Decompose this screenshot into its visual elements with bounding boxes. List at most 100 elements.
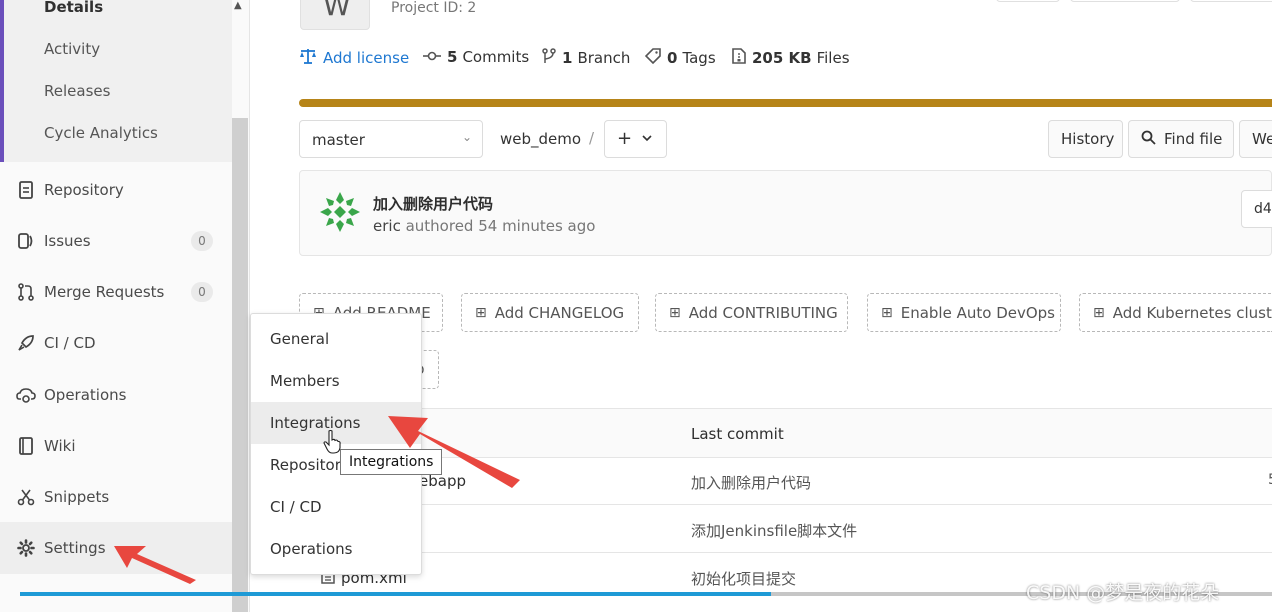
header-button[interactable] — [996, 0, 1060, 2]
sidebar-item-label: CI / CD — [44, 334, 96, 352]
plus-square-icon: ⊞ — [475, 304, 487, 321]
sidebar-item-label: Issues — [44, 232, 91, 250]
files-link[interactable]: 205 KB Files — [732, 48, 850, 68]
book-icon — [16, 436, 36, 456]
sidebar-item-label: Settings — [44, 539, 106, 557]
sidebar-item-ci-cd[interactable]: CI / CD — [0, 321, 232, 365]
breadcrumb-project-path[interactable]: web_demo — [500, 130, 581, 148]
video-progress-fill — [20, 592, 771, 596]
commit-message-link[interactable]: 初始化项目提交 — [691, 568, 796, 589]
sidebar-item-merge-requests[interactable]: Merge Requests 0 — [0, 270, 232, 314]
plus-square-icon: ⊞ — [669, 304, 681, 321]
issues-icon — [16, 231, 36, 251]
repository-languages-bar — [299, 99, 1272, 107]
flyout-item-members[interactable]: Members — [251, 360, 421, 402]
merge-request-icon — [16, 282, 36, 302]
subnav-item-cycle-analytics[interactable]: Cycle Analytics — [44, 124, 158, 142]
issues-count-badge: 0 — [191, 231, 213, 251]
flyout-item-operations[interactable]: Operations — [251, 528, 421, 570]
find-file-button[interactable]: Find file — [1128, 120, 1234, 158]
add-kubernetes-cluster-label: Add Kubernetes cluster — [1112, 303, 1272, 322]
sidebar-item-wiki[interactable]: Wiki — [0, 424, 232, 468]
commit-icon — [423, 48, 441, 66]
history-button[interactable]: History — [1048, 120, 1123, 158]
integrations-tooltip: Integrations — [340, 449, 443, 475]
tags-label: Tags — [682, 49, 716, 67]
cloud-gear-icon — [16, 385, 36, 405]
commit-message-link[interactable]: 添加Jenkinsfile脚本文件 — [691, 520, 857, 541]
commit-author-avatar[interactable] — [318, 190, 362, 234]
commit-meta: eric authored 54 minutes ago — [373, 217, 595, 235]
subnav-item-details[interactable]: Details — [44, 0, 103, 16]
files-label: Files — [816, 49, 850, 67]
commit-author-link[interactable]: eric — [373, 217, 401, 235]
commits-label: Commits — [462, 48, 530, 66]
project-overview-subnav: Details Activity Releases Cycle Analytic… — [0, 0, 232, 162]
branch-icon — [542, 48, 556, 68]
subnav-item-releases[interactable]: Releases — [44, 82, 110, 100]
sidebar-item-label: Merge Requests — [44, 283, 165, 301]
scale-icon — [299, 48, 317, 68]
project-avatar-letter: W — [323, 0, 351, 22]
sidebar-item-label: Wiki — [44, 437, 76, 455]
scroll-up-caret-icon[interactable]: ▲ — [234, 0, 242, 11]
sidebar-item-issues[interactable]: Issues 0 — [0, 219, 232, 263]
branch-label: Branch — [577, 49, 631, 67]
add-changelog-label: Add CHANGELOG — [494, 303, 625, 322]
sidebar-item-label: Operations — [44, 386, 127, 404]
commit-title-link[interactable]: 加入删除用户代码 — [373, 193, 493, 214]
scissors-icon — [16, 487, 36, 507]
find-file-label: Find file — [1164, 130, 1223, 148]
enable-auto-devops-label: Enable Auto DevOps — [900, 303, 1055, 322]
branch-select-value: master — [312, 131, 365, 149]
add-license-link[interactable]: Add license — [299, 48, 409, 68]
sidebar-scrollbar[interactable] — [232, 118, 248, 612]
add-contributing-label: Add CONTRIBUTING — [688, 303, 838, 322]
project-id: Project ID: 2 — [391, 0, 477, 16]
history-button-label: History — [1061, 130, 1115, 148]
chevron-down-icon: ⌄ — [461, 130, 472, 144]
add-changelog-button[interactable]: ⊞ Add CHANGELOG — [461, 293, 639, 332]
sidebar-item-repository[interactable]: Repository — [0, 168, 232, 212]
subnav-item-activity[interactable]: Activity — [44, 40, 100, 58]
csdn-watermark: CSDN @梦是夜的花朵 — [1026, 582, 1220, 604]
branch-count: 1 — [562, 49, 573, 67]
header-button[interactable] — [1070, 0, 1180, 2]
tags-link[interactable]: 0 Tags — [644, 48, 716, 68]
commit-message-link[interactable]: 加入删除用户代码 — [691, 472, 811, 493]
table-header: Last commit — [299, 409, 1272, 458]
header-button[interactable] — [1190, 0, 1272, 2]
sidebar-item-operations[interactable]: Operations — [0, 373, 232, 417]
commit-time: 5 — [1268, 472, 1272, 488]
commit-time: authored 54 minutes ago — [405, 217, 596, 235]
breadcrumb-separator: / — [589, 129, 595, 147]
add-to-tree-dropdown[interactable]: + — [604, 120, 667, 158]
sidebar-item-label: Snippets — [44, 488, 110, 506]
table-row[interactable]: 添加Jenkinsfile脚本文件 — [299, 506, 1272, 553]
project-avatar: W — [300, 0, 370, 30]
add-kubernetes-cluster-button[interactable]: ⊞ Add Kubernetes cluster — [1079, 293, 1272, 332]
commits-link[interactable]: 5 Commits — [423, 48, 529, 66]
flyout-item-general[interactable]: General — [251, 318, 421, 360]
hand-pointer-cursor-icon — [323, 429, 341, 458]
plus-square-icon: ⊞ — [1093, 304, 1105, 321]
web-ide-button[interactable]: We — [1239, 120, 1272, 158]
tags-count: 0 — [667, 49, 678, 67]
plus-icon: + — [617, 128, 633, 149]
add-license-label: Add license — [323, 49, 410, 67]
flyout-item-ci-cd[interactable]: CI / CD — [251, 486, 421, 528]
sidebar-item-settings[interactable]: Settings — [0, 522, 232, 574]
add-contributing-button[interactable]: ⊞ Add CONTRIBUTING — [655, 293, 848, 332]
sidebar-item-snippets[interactable]: Snippets — [0, 475, 232, 519]
file-archive-icon — [732, 48, 746, 68]
commit-sha-button[interactable]: d4 — [1241, 190, 1272, 228]
web-ide-label: We — [1252, 130, 1272, 148]
tag-icon — [644, 48, 661, 68]
document-icon — [16, 180, 36, 200]
enable-auto-devops-button[interactable]: ⊞ Enable Auto DevOps — [867, 293, 1061, 332]
table-row[interactable]: ebapp 加入删除用户代码 5 — [299, 458, 1272, 505]
branch-select[interactable]: master ⌄ — [299, 120, 483, 158]
files-size: 205 KB — [752, 49, 812, 67]
last-commit-column-header: Last commit — [691, 425, 784, 443]
branches-link[interactable]: 1 Branch — [542, 48, 630, 68]
